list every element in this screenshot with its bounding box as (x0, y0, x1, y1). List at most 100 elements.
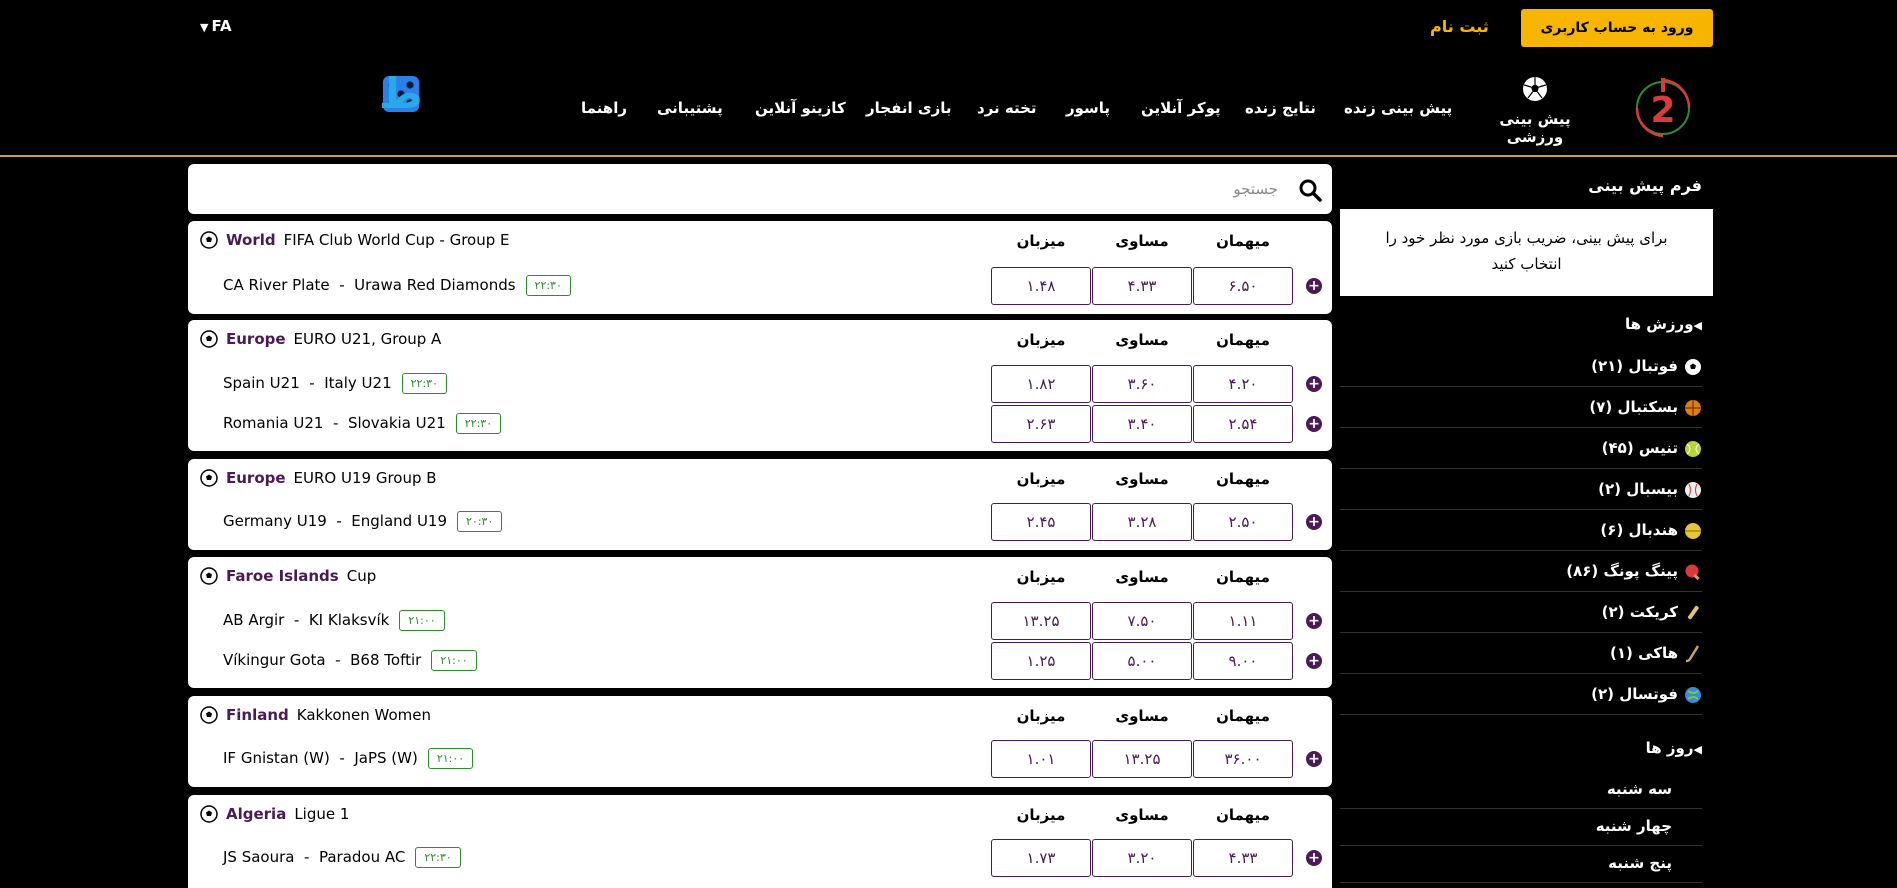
signup-link[interactable]: ثبت نام (1430, 17, 1489, 36)
odd-draw-button[interactable]: ۱۳.۲۵ (1092, 740, 1192, 778)
nav-live-results[interactable]: نتایج زنده (1245, 99, 1316, 117)
match-teams[interactable]: Spain U21 - Italy U21 ۲۲:۳۰ (223, 373, 447, 394)
sport-count: (۲) (1591, 685, 1614, 703)
sidebar-day-thursday[interactable]: پنج شنبه (1340, 846, 1702, 883)
search-bar (188, 164, 1332, 214)
more-markets-icon[interactable]: + (1306, 416, 1322, 432)
match-teams[interactable]: Germany U19 - England U19 ۲۰:۳۰ (223, 511, 503, 532)
odd-host-button[interactable]: ۲.۶۳ (991, 405, 1091, 443)
language-selector[interactable]: ▼ FA (200, 17, 232, 35)
odd-draw-button[interactable]: ۳.۶۰ (1092, 365, 1192, 403)
odd-host-button[interactable]: ۱.۲۵ (991, 642, 1091, 680)
sidebar-sport-basketball[interactable]: بسکتبال (۷) (1340, 390, 1702, 428)
odd-guest-button[interactable]: ۳۶.۰۰ (1193, 740, 1293, 778)
odd-draw-button[interactable]: ۳.۲۸ (1092, 503, 1192, 541)
sidebar-sport-tennis[interactable]: تنیس (۴۵) (1340, 431, 1702, 469)
region-label: Finland (226, 706, 289, 724)
column-host: میزبان (1016, 568, 1066, 586)
sidebar-sport-cricket[interactable]: کریکت (۲) (1340, 595, 1702, 633)
match-teams[interactable]: Víkingur Gota - B68 Toftir ۲۱:۰۰ (223, 650, 477, 671)
match-time-badge: ۲۱:۰۰ (431, 650, 477, 671)
match-time-badge: ۲۲:۳۰ (525, 275, 571, 296)
sidebar-sport-baseball[interactable]: بیسبال (۲) (1340, 472, 1702, 510)
sidebar-sport-futsal[interactable]: فوتسال (۲) (1340, 677, 1702, 715)
odd-guest-button[interactable]: ۶.۵۰ (1193, 267, 1293, 305)
odd-guest-button[interactable]: ۲.۵۴ (1193, 405, 1293, 443)
sidebar-sport-hockey[interactable]: هاکی (۱) (1340, 636, 1702, 674)
away-team: KI Klaksvík (308, 611, 390, 629)
match-teams[interactable]: IF Gnistan (W) - JaPS (W) ۲۱:۰۰ (223, 748, 474, 769)
region-label: Algeria (226, 805, 287, 823)
brand-emblem-icon: 2 (1635, 78, 1691, 138)
odd-draw-button[interactable]: ۳.۲۰ (1092, 839, 1192, 877)
more-markets-icon[interactable]: + (1306, 514, 1322, 530)
search-icon[interactable] (1298, 178, 1322, 202)
nav-sport-prediction[interactable]: پیش بینی ورزشی (1470, 76, 1600, 146)
nav-help[interactable]: راهنما (581, 99, 627, 117)
match-teams[interactable]: Romania U21 - Slovakia U21 ۲۲:۳۰ (223, 413, 502, 434)
more-markets-icon[interactable]: + (1306, 376, 1322, 392)
nav-online-poker[interactable]: پوکر آنلاین (1141, 99, 1221, 117)
column-draw: مساوی (1115, 806, 1169, 824)
days-section-header[interactable]: ◀روز ها (1340, 739, 1702, 757)
nav-live-prediction[interactable]: پیش بینی زنده (1344, 99, 1452, 117)
sidebar-sport-handball[interactable]: هندبال (۶) (1340, 513, 1702, 551)
match-teams[interactable]: CA River Plate - Urawa Red Diamonds ۲۲:۳۰ (223, 275, 571, 296)
odd-host-button[interactable]: ۱.۷۳ (991, 839, 1091, 877)
odd-host-button[interactable]: ۱۳.۲۵ (991, 602, 1091, 640)
odd-draw-button[interactable]: ۵.۰۰ (1092, 642, 1192, 680)
column-guest: میهمان (1216, 568, 1270, 586)
soccer-ball-icon (200, 330, 218, 348)
home-team: Víkingur Gota (223, 651, 326, 669)
nav-online-casino[interactable]: کازینو آنلاین (755, 99, 846, 117)
nav-pasoor[interactable]: پاسور (1066, 99, 1110, 117)
more-markets-icon[interactable]: + (1306, 850, 1322, 866)
match-teams[interactable]: JS Saoura - Paradou AC ۲۲:۳۰ (223, 847, 461, 868)
login-button[interactable]: ورود به حساب کاربری (1521, 9, 1713, 47)
odd-guest-button[interactable]: ۴.۲۰ (1193, 365, 1293, 403)
sport-count: (۲) (1601, 603, 1625, 621)
sidebar-day-tuesday[interactable]: سه شنبه (1340, 772, 1702, 809)
nav-support[interactable]: پشتیبانی (657, 99, 723, 117)
sport-count: (۷) (1589, 398, 1613, 416)
odd-guest-button[interactable]: ۴.۳۳ (1193, 839, 1293, 877)
search-input[interactable] (208, 164, 1278, 214)
more-markets-icon[interactable]: + (1306, 278, 1322, 294)
odd-host-button[interactable]: ۲.۴۵ (991, 503, 1091, 541)
megashart-logo[interactable]: مگاشرط (193, 66, 420, 122)
odd-guest-button[interactable]: ۲.۵۰ (1193, 503, 1293, 541)
odd-draw-button[interactable]: ۴.۳۳ (1092, 267, 1192, 305)
pingpong-icon (1685, 564, 1700, 580)
match-card: Europe EURO U19 Group B میزبان مساوی میه… (188, 459, 1332, 550)
more-markets-icon[interactable]: + (1306, 613, 1322, 629)
odd-draw-button[interactable]: ۷.۵۰ (1092, 602, 1192, 640)
match-teams[interactable]: AB Argir - KI Klaksvík ۲۱:۰۰ (223, 610, 445, 631)
futsal-icon (1685, 686, 1701, 703)
column-draw: مساوی (1115, 568, 1169, 586)
nav-crash-game[interactable]: بازی انفجار (866, 99, 952, 117)
match-time-badge: ۲۲:۳۰ (401, 373, 447, 394)
match-card: Finland Kakkonen Women میزبان مساوی میهم… (188, 696, 1332, 787)
sidebar-sport-soccer[interactable]: فوتبال (۲۱) (1340, 349, 1702, 387)
bet-form-title: فرم پیش بینی (1588, 176, 1702, 195)
odd-draw-button[interactable]: ۳.۴۰ (1092, 405, 1192, 443)
more-markets-icon[interactable]: + (1306, 653, 1322, 669)
away-team: B68 Toftir (350, 651, 422, 669)
sidebar-day-wednesday[interactable]: چهار شنبه (1340, 809, 1702, 846)
column-guest: میهمان (1216, 331, 1270, 349)
league-label: Kakkonen Women (296, 706, 432, 724)
nav-backgammon[interactable]: تخته نرد (977, 99, 1037, 117)
home-team: JS Saoura (223, 848, 295, 866)
sport-label: هاکی (1638, 644, 1678, 662)
hockey-icon (1685, 644, 1700, 662)
match-card: Faroe Islands Cup میزبان مساوی میهمان AB… (188, 557, 1332, 688)
language-label: FA (211, 17, 232, 35)
odd-host-button[interactable]: ۱.۴۸ (991, 267, 1091, 305)
more-markets-icon[interactable]: + (1306, 751, 1322, 767)
odd-host-button[interactable]: ۱.۸۲ (991, 365, 1091, 403)
sidebar-sport-pingpong[interactable]: پینگ پونگ (۸۶) (1340, 554, 1702, 592)
odd-host-button[interactable]: ۱.۰۱ (991, 740, 1091, 778)
odd-guest-button[interactable]: ۱.۱۱ (1193, 602, 1293, 640)
sports-section-header[interactable]: ◀ورزش ها (1340, 315, 1702, 333)
odd-guest-button[interactable]: ۹.۰۰ (1193, 642, 1293, 680)
